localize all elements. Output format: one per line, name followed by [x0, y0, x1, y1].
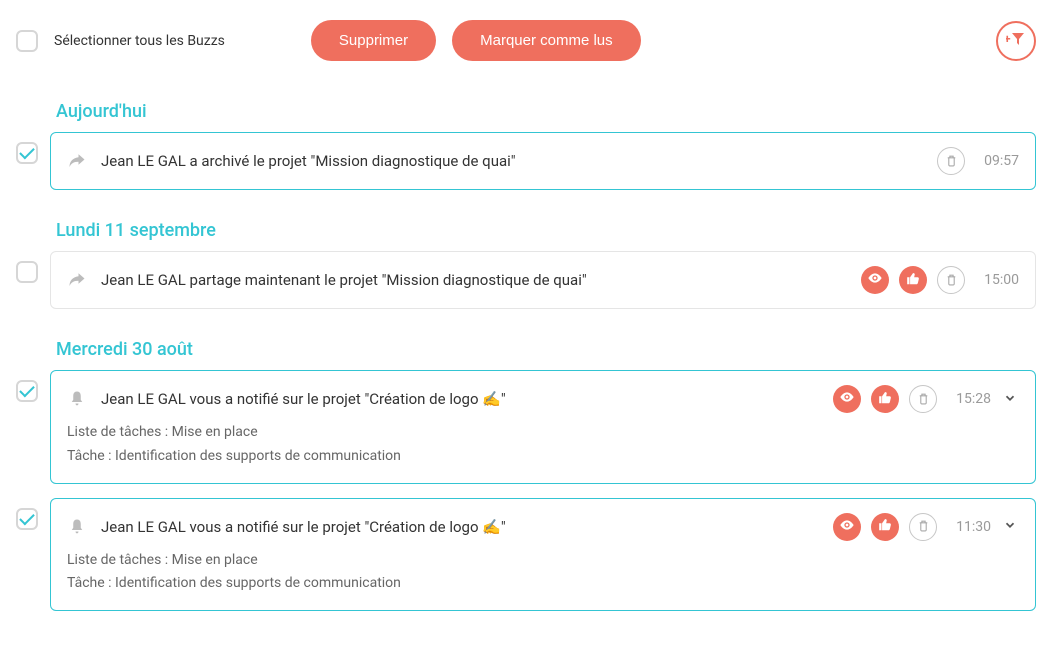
view-button[interactable]	[833, 513, 861, 541]
section-title: Mercredi 30 août	[56, 339, 1036, 360]
card-body-line: Liste de tâches : Mise en place	[67, 549, 1019, 573]
card-body: Liste de tâches : Mise en placeTâche : I…	[67, 421, 1019, 469]
list-item: Jean LE GAL vous a notifié sur le projet…	[16, 370, 1036, 484]
like-button[interactable]	[871, 513, 899, 541]
action-icons: 09:57	[937, 147, 1019, 175]
trash-icon	[945, 152, 958, 171]
view-button[interactable]	[833, 385, 861, 413]
like-button[interactable]	[899, 266, 927, 294]
like-button[interactable]	[871, 385, 899, 413]
action-icons: 15:28	[833, 385, 1019, 413]
timestamp: 15:28	[947, 391, 991, 407]
share-icon	[67, 151, 87, 171]
card-title: Jean LE GAL vous a notifié sur le projet…	[101, 390, 819, 408]
eye-icon	[839, 517, 855, 537]
action-icons: 11:30	[833, 513, 1019, 541]
view-button[interactable]	[861, 266, 889, 294]
card-title: Jean LE GAL partage maintenant le projet…	[101, 271, 847, 289]
timestamp: 09:57	[975, 153, 1019, 169]
timestamp: 15:00	[975, 272, 1019, 288]
delete-item-button[interactable]	[937, 147, 965, 175]
section-title: Lundi 11 septembre	[56, 220, 1036, 241]
thumbs-up-icon	[906, 271, 920, 290]
list-item: Jean LE GAL partage maintenant le projet…	[16, 251, 1036, 309]
trash-icon	[945, 271, 958, 290]
item-checkbox[interactable]	[16, 508, 38, 530]
card-header: Jean LE GAL a archivé le projet "Mission…	[67, 147, 1019, 175]
delete-item-button[interactable]	[909, 385, 937, 413]
item-checkbox[interactable]	[16, 142, 38, 164]
expand-toggle[interactable]	[1001, 517, 1019, 536]
card-body-line: Tâche : Identification des supports de c…	[67, 445, 1019, 469]
filter-icon: +	[1006, 31, 1026, 50]
chevron-down-icon	[1003, 517, 1017, 536]
bell-icon	[67, 517, 87, 537]
notification-card[interactable]: Jean LE GAL vous a notifié sur le projet…	[50, 370, 1036, 484]
eye-icon	[839, 389, 855, 409]
card-header: Jean LE GAL vous a notifié sur le projet…	[67, 385, 1019, 413]
share-icon	[67, 270, 87, 290]
bell-icon	[67, 389, 87, 409]
section: Aujourd'hui Jean LE GAL a archivé le proj…	[16, 101, 1036, 190]
section: Lundi 11 septembre Jean LE GAL partage ma…	[16, 220, 1036, 309]
notification-card[interactable]: Jean LE GAL a archivé le projet "Mission…	[50, 132, 1036, 190]
select-all-label: Sélectionner tous les Buzzs	[54, 33, 225, 49]
thumbs-up-icon	[878, 390, 892, 409]
card-body: Liste de tâches : Mise en placeTâche : I…	[67, 549, 1019, 597]
card-body-line: Liste de tâches : Mise en place	[67, 421, 1019, 445]
list-item: Jean LE GAL vous a notifié sur le projet…	[16, 498, 1036, 612]
card-title: Jean LE GAL a archivé le projet "Mission…	[101, 152, 923, 170]
action-icons: 15:00	[861, 266, 1019, 294]
item-checkbox[interactable]	[16, 261, 38, 283]
card-body-line: Tâche : Identification des supports de c…	[67, 572, 1019, 596]
toolbar: Sélectionner tous les Buzzs Supprimer Ma…	[16, 20, 1036, 61]
notification-card[interactable]: Jean LE GAL partage maintenant le projet…	[50, 251, 1036, 309]
trash-icon	[917, 517, 930, 536]
eye-icon	[867, 270, 883, 290]
filter-button[interactable]: +	[996, 21, 1036, 61]
card-header: Jean LE GAL vous a notifié sur le projet…	[67, 513, 1019, 541]
item-checkbox[interactable]	[16, 380, 38, 402]
notification-card[interactable]: Jean LE GAL vous a notifié sur le projet…	[50, 498, 1036, 612]
mark-read-button[interactable]: Marquer comme lus	[452, 20, 641, 61]
timestamp: 11:30	[947, 519, 991, 535]
list-item: Jean LE GAL a archivé le projet "Mission…	[16, 132, 1036, 190]
section-title: Aujourd'hui	[56, 101, 1036, 122]
delete-button[interactable]: Supprimer	[311, 20, 436, 61]
delete-item-button[interactable]	[937, 266, 965, 294]
delete-item-button[interactable]	[909, 513, 937, 541]
select-all-checkbox[interactable]	[16, 30, 38, 52]
card-header: Jean LE GAL partage maintenant le projet…	[67, 266, 1019, 294]
card-title: Jean LE GAL vous a notifié sur le projet…	[101, 518, 819, 536]
chevron-down-icon	[1003, 390, 1017, 409]
trash-icon	[917, 390, 930, 409]
svg-text:+: +	[1006, 32, 1011, 46]
expand-toggle[interactable]	[1001, 390, 1019, 409]
section: Mercredi 30 août Jean LE GAL vous a notif…	[16, 339, 1036, 611]
thumbs-up-icon	[878, 517, 892, 536]
